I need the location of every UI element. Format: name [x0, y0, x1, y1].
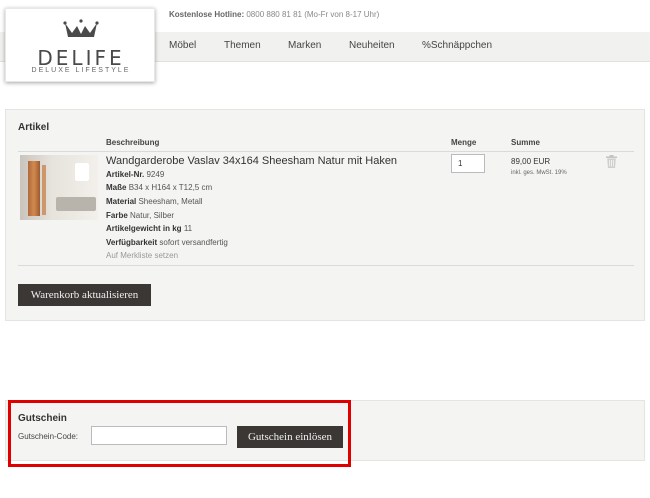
nav-item-schnaeppchen[interactable]: %Schnäppchen: [422, 40, 492, 51]
update-cart-button[interactable]: Warenkorb aktualisieren: [18, 284, 151, 306]
product-article-no: Artikel-Nr. 9249: [106, 170, 165, 179]
nav-item-themen[interactable]: Themen: [224, 40, 261, 51]
nav-item-moebel[interactable]: Möbel: [169, 40, 196, 51]
logo-tagline: DELUXE LIFESTYLE: [31, 67, 131, 74]
column-header-description: Beschreibung: [106, 138, 160, 147]
nav-item-marken[interactable]: Marken: [288, 40, 321, 51]
voucher-title: Gutschein: [18, 413, 67, 424]
voucher-code-label: Gutschein-Code:: [18, 432, 79, 441]
crown-logo-icon: [63, 19, 99, 37]
column-header-total: Summe: [511, 138, 540, 147]
nav-item-neuheiten[interactable]: Neuheiten: [349, 40, 395, 51]
product-name[interactable]: Wandgarderobe Vaslav 34x164 Sheesham Nat…: [106, 155, 397, 167]
item-price: 89,00 EUR: [511, 157, 551, 166]
hotline-info: Kostenlose Hotline: 0800 880 81 81 (Mo-F…: [169, 10, 380, 19]
row-divider: [18, 265, 634, 266]
product-dimensions: Maße B34 x H164 x T12,5 cm: [106, 183, 213, 192]
redeem-voucher-button[interactable]: Gutschein einlösen: [237, 426, 343, 448]
tax-note: inkl. ges. MwSt. 19%: [511, 170, 567, 176]
voucher-code-input[interactable]: [91, 426, 227, 445]
add-to-wishlist-link[interactable]: Auf Merkliste setzen: [106, 251, 178, 260]
cart-title: Artikel: [18, 122, 50, 133]
product-material: Material Sheesham, Metall: [106, 197, 203, 206]
product-color: Farbe Natur, Silber: [106, 211, 175, 220]
product-availability: Verfügbarkeit sofort versandfertig: [106, 238, 228, 247]
header-divider: [18, 151, 634, 152]
product-image[interactable]: [20, 155, 98, 220]
product-weight: Artikelgewicht in kg 11: [106, 224, 193, 233]
site-logo[interactable]: DELIFE DELUXE LIFESTYLE: [5, 8, 155, 82]
column-header-quantity: Menge: [451, 138, 477, 147]
trash-icon[interactable]: [606, 155, 617, 168]
quantity-input[interactable]: [451, 154, 485, 173]
